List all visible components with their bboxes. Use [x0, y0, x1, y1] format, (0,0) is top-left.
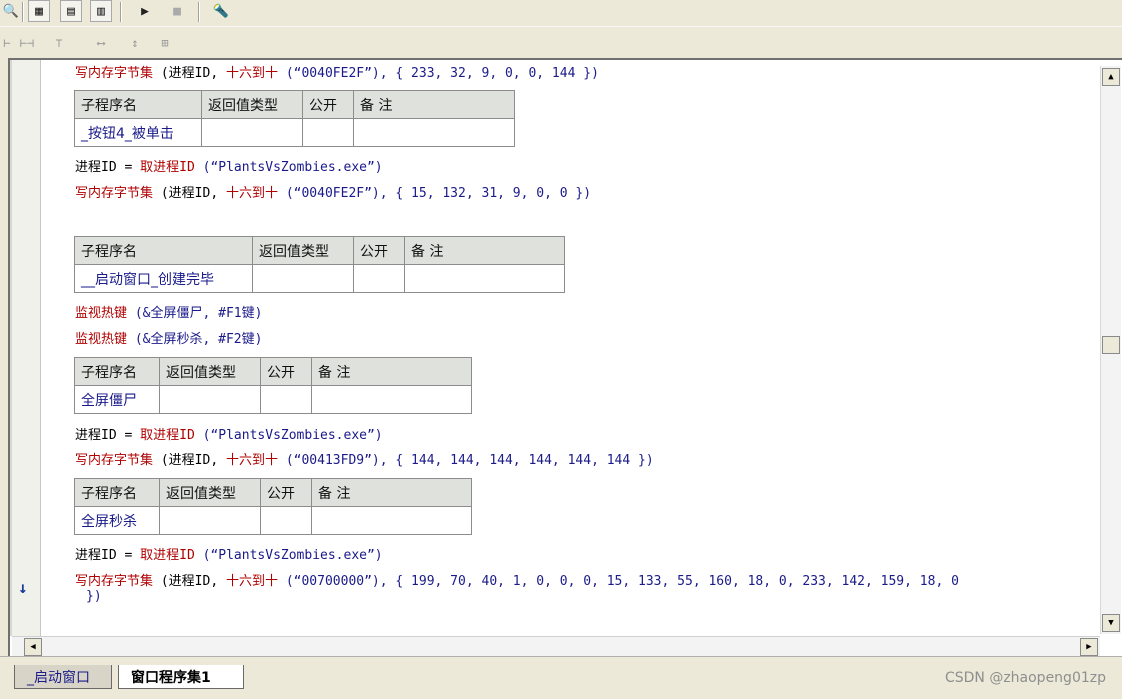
current-line-arrow-icon: ↓	[18, 578, 28, 597]
col-return-type: 返回值类型	[252, 236, 354, 265]
col-subroutine-name: 子程序名	[74, 236, 253, 265]
col-return-type: 返回值类型	[201, 90, 303, 119]
col-subroutine-name: 子程序名	[74, 478, 160, 507]
subroutine-name[interactable]: 全屏僵尸	[74, 385, 160, 414]
code-line[interactable]: 进程ID = 取进程ID (“PlantsVsZombies.exe”)	[75, 156, 383, 175]
layout-1-icon[interactable]: ▦	[28, 0, 50, 22]
col-note: 备 注	[311, 478, 472, 507]
toolbar-separator	[22, 2, 24, 22]
code-line[interactable]: 写内存字节集 (进程ID, 十六到十 (“0040FE2F”), { 233, …	[75, 62, 599, 81]
scroll-right-button[interactable]: ▶	[1080, 638, 1098, 656]
main-toolbar: 🔍 ▦ ▤ ▥ ▶ ■ 🔦	[0, 0, 1122, 26]
col-return-type: 返回值类型	[159, 478, 261, 507]
code-line[interactable]: 进程ID = 取进程ID (“PlantsVsZombies.exe”)	[75, 424, 383, 443]
same-size-icon[interactable]: ⊞	[154, 33, 176, 53]
code-line[interactable]: 写内存字节集 (进程ID, 十六到十 (“0040FE2F”), { 15, 1…	[75, 182, 591, 201]
search-icon[interactable]: 🔍	[0, 0, 22, 22]
space-horizontal-icon[interactable]: ⊢⊣	[16, 33, 38, 53]
subroutine-table: 子程序名 返回值类型 公开备 注 _按钮4_被单击	[74, 90, 515, 147]
col-note: 备 注	[404, 236, 565, 265]
subroutine-name[interactable]: 全屏秒杀	[74, 506, 160, 535]
scroll-up-button[interactable]: ▲	[1102, 68, 1120, 86]
col-public: 公开	[260, 357, 312, 386]
tab-startup-window[interactable]: _启动窗口	[14, 665, 112, 689]
scroll-left-button[interactable]: ◀	[24, 638, 42, 656]
space-vertical-icon[interactable]: ⊤	[48, 33, 70, 53]
code-line[interactable]: 监视热键 (&全屏僵尸, #F1键)	[75, 302, 262, 321]
scroll-thumb[interactable]	[1102, 336, 1120, 354]
col-subroutine-name: 子程序名	[74, 90, 202, 119]
align-toolbar: ⊢ ⊢⊣ ⊤ ⟷ ↕ ⊞ ↖	[0, 26, 1122, 80]
layout-3-icon[interactable]: ▥	[90, 0, 112, 22]
code-line[interactable]: })	[86, 589, 102, 604]
col-note: 备 注	[353, 90, 515, 119]
subroutine-name[interactable]: __启动窗口_创建完毕	[74, 264, 253, 293]
toolbar-separator	[120, 2, 122, 22]
code-line[interactable]: 写内存字节集 (进程ID, 十六到十 (“00413FD9”), { 144, …	[75, 449, 654, 468]
col-public: 公开	[353, 236, 405, 265]
same-height-icon[interactable]: ↕	[124, 33, 146, 53]
code-line[interactable]: 写内存字节集 (进程ID, 十六到十 (“00700000”), { 199, …	[75, 570, 959, 589]
scroll-down-button[interactable]: ▼	[1102, 614, 1120, 632]
stop-icon[interactable]: ■	[166, 0, 188, 22]
col-subroutine-name: 子程序名	[74, 357, 160, 386]
subroutine-table: 子程序名 返回值类型 公开备 注 全屏僵尸	[74, 357, 472, 414]
debug-icon[interactable]: 🔦	[210, 0, 232, 22]
horizontal-scrollbar[interactable]: ◀ ▶	[12, 636, 1100, 657]
editor-gutter	[10, 60, 41, 636]
tab-window-assembly[interactable]: 窗口程序集1	[118, 665, 244, 689]
code-line[interactable]: 监视热键 (&全屏秒杀, #F2键)	[75, 328, 262, 347]
run-icon[interactable]: ▶	[134, 0, 156, 22]
col-public: 公开	[260, 478, 312, 507]
toolbar-separator	[198, 2, 200, 22]
subroutine-name[interactable]: _按钮4_被单击	[74, 118, 202, 147]
vertical-scrollbar[interactable]: ▲ ▼	[1100, 66, 1121, 634]
subroutine-table: 子程序名 返回值类型 公开备 注 __启动窗口_创建完毕	[74, 236, 565, 293]
col-return-type: 返回值类型	[159, 357, 261, 386]
code-line[interactable]: 进程ID = 取进程ID (“PlantsVsZombies.exe”)	[75, 544, 383, 563]
watermark: CSDN @zhaopeng01zp	[944, 670, 1106, 686]
col-note: 备 注	[311, 357, 472, 386]
layout-2-icon[interactable]: ▤	[60, 0, 82, 22]
gutter-edge	[10, 60, 12, 636]
same-width-icon[interactable]: ⟷	[90, 33, 112, 53]
col-public: 公开	[302, 90, 354, 119]
subroutine-table: 子程序名 返回值类型 公开备 注 全屏秒杀	[74, 478, 472, 535]
